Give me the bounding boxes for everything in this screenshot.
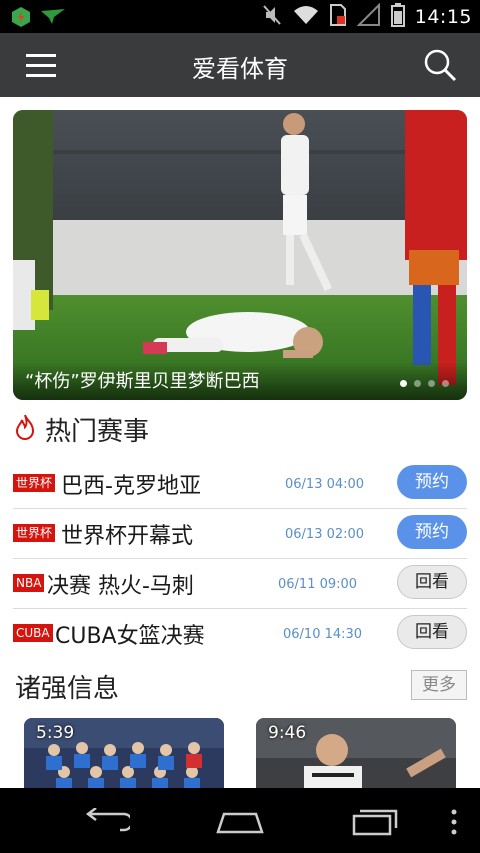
video-thumbnail[interactable]: 5:39 [24, 718, 224, 790]
reserve-button[interactable]: 预约 [397, 515, 467, 549]
carousel-dot[interactable] [414, 380, 421, 387]
signal-icon [356, 2, 381, 31]
match-badge: 世界杯 [13, 524, 56, 542]
flame-icon [13, 413, 37, 445]
back-icon[interactable] [84, 807, 134, 838]
team-info-title: 诸强信息 [15, 674, 120, 704]
carousel-dot[interactable] [428, 380, 435, 387]
video-duration: 9:46 [268, 723, 307, 743]
carousel-dot[interactable] [442, 380, 449, 387]
match-row[interactable]: 世界杯 巴西-克罗地亚 06/13 04:00 预约 [13, 460, 467, 509]
carousel-indicator [400, 380, 449, 387]
recent-apps-icon[interactable] [350, 808, 398, 840]
more-button[interactable]: 更多 [411, 670, 467, 700]
home-icon[interactable] [216, 810, 264, 838]
status-time: 14:15 [414, 6, 472, 28]
app-bar: 爱看体育 [0, 33, 480, 97]
wifi-icon [293, 4, 319, 30]
replay-button[interactable]: 回看 [397, 615, 467, 649]
hot-matches-title: 热门赛事 [45, 417, 150, 447]
overflow-menu-icon[interactable] [450, 808, 458, 840]
carousel-dot[interactable] [400, 380, 407, 387]
video-duration: 5:39 [36, 723, 75, 743]
banner-caption: “杯伤”罗伊斯里贝里梦断巴西 [25, 371, 260, 392]
banner-image [13, 110, 467, 400]
match-name: 世界杯开幕式 [61, 524, 194, 549]
app-title: 爱看体育 [192, 55, 288, 83]
match-row[interactable]: NBA 决赛 热火-马刺 06/11 09:00 回看 [13, 560, 467, 609]
video-thumbnail[interactable]: 9:46 [256, 718, 456, 790]
match-name: CUBA女篮决赛 [55, 624, 205, 649]
match-badge: CUBA [13, 624, 53, 642]
match-time: 06/13 02:00 [285, 527, 365, 542]
status-bar: 14:15 [0, 0, 480, 33]
match-name: 巴西-克罗地亚 [61, 474, 201, 499]
replay-button[interactable]: 回看 [397, 565, 467, 599]
featured-banner[interactable]: “杯伤”罗伊斯里贝里梦断巴西 [13, 110, 467, 400]
reserve-button[interactable]: 预约 [397, 465, 467, 499]
match-badge: NBA [13, 574, 45, 592]
match-row[interactable]: 世界杯 世界杯开幕式 06/13 02:00 预约 [13, 510, 467, 559]
app-notification-icon [10, 6, 32, 32]
match-time: 06/13 04:00 [285, 477, 365, 492]
bird-notification-icon [40, 7, 66, 31]
battery-icon [390, 3, 405, 31]
match-time: 06/11 09:00 [278, 577, 358, 592]
match-row[interactable]: CUBA CUBA女篮决赛 06/10 14:30 回看 [13, 610, 467, 658]
banner-caption-bar: “杯伤”罗伊斯里贝里梦断巴西 [13, 362, 467, 400]
mute-icon [261, 3, 283, 31]
system-nav-bar [0, 788, 480, 853]
match-name: 决赛 热火-马刺 [47, 574, 194, 599]
sim-alert-icon [329, 3, 347, 31]
match-badge: 世界杯 [13, 474, 56, 492]
search-icon[interactable] [422, 47, 458, 83]
match-time: 06/10 14:30 [283, 627, 363, 642]
